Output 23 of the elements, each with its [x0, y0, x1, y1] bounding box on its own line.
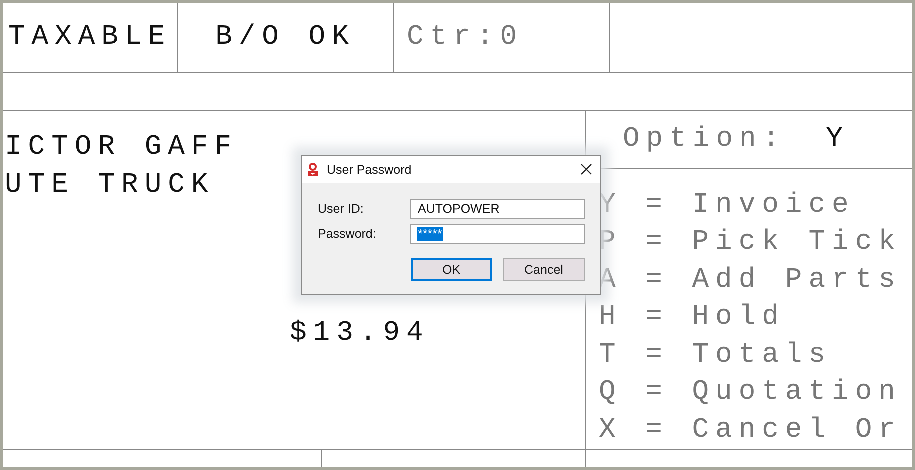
customer-text: UTE TRUCK — [5, 168, 215, 202]
input-field[interactable]: ***** — [410, 224, 585, 244]
input-field[interactable]: AUTOPOWER — [410, 199, 585, 219]
dialog-title: User Password — [327, 162, 413, 176]
option-label: Option: — [623, 122, 786, 156]
cancel-button[interactable]: Cancel — [503, 258, 585, 281]
status-label: TAXABLE — [8, 20, 172, 55]
close-icon[interactable] — [581, 164, 592, 175]
counter-text: Ctr:0 — [407, 20, 524, 55]
menu-option: P = Pick Tick — [599, 224, 912, 262]
ok-button[interactable]: OK — [411, 258, 492, 281]
menu-option: T = Totals — [599, 336, 912, 374]
status-label: B/O OK — [216, 20, 356, 55]
menu-option: Y = Invoice — [599, 186, 912, 224]
customer-text: ICTOR GAFF — [5, 131, 238, 165]
menu-option: H = Hold — [599, 299, 912, 336]
app-logo-icon — [307, 162, 319, 176]
field-label: Password: — [318, 226, 378, 243]
field-label: User ID: — [318, 201, 365, 218]
menu-option: Q = Quotation — [599, 374, 912, 412]
option-value: Y — [826, 122, 850, 156]
amount-text: $13.94 — [290, 317, 431, 351]
menu-option: X = Cancel Or — [599, 412, 912, 449]
